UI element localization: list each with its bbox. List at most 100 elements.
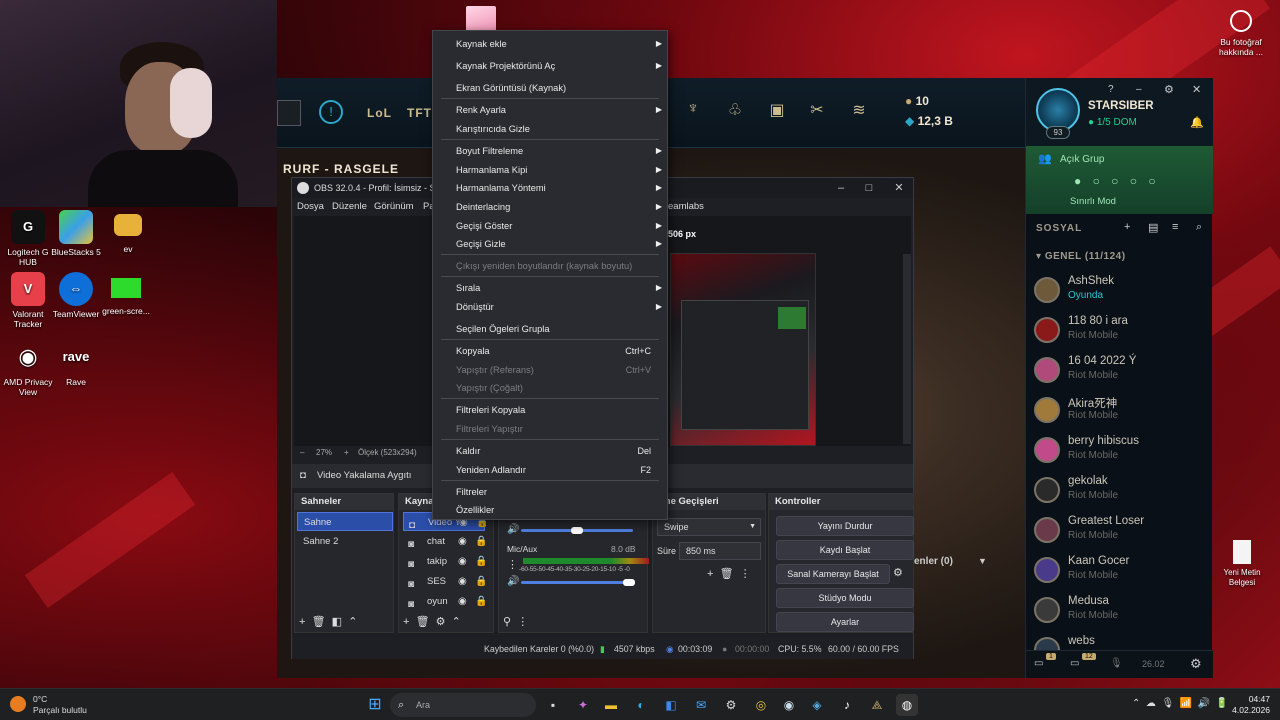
lol-home-frame[interactable] <box>277 100 301 126</box>
menu-item[interactable]: Ekran Görüntüsü (Kaynak) <box>433 79 667 97</box>
friend-item[interactable]: 118 80 i ara Riot Mobile <box>1026 312 1213 352</box>
friend-item[interactable]: Akira死神 Riot Mobile <box>1026 392 1213 432</box>
chevron-up-icon[interactable]: ⌃ <box>452 616 461 628</box>
search-input[interactable]: ⌕ Ara <box>390 693 536 717</box>
desktop-icon-bluestacks[interactable]: BlueStacks 5 <box>48 210 104 257</box>
menu-item[interactable]: Filtreler <box>433 483 667 501</box>
menu-duzenle[interactable]: Düzenle <box>332 201 367 212</box>
source-item[interactable]: ◙ oyun ◉ 🔒 <box>403 592 487 611</box>
kebab-icon[interactable]: ⋮ <box>507 558 518 571</box>
mic-icon[interactable]: 🎙 <box>1110 658 1123 669</box>
preview-scrollbar[interactable] <box>903 254 911 444</box>
friend-item[interactable]: Kaan Gocer Riot Mobile <box>1026 552 1213 592</box>
eye-icon[interactable]: ◉ <box>458 592 467 611</box>
start-button[interactable]: ⊞ <box>364 694 386 716</box>
menu-item[interactable]: Kopyala Ctrl+C <box>433 342 667 360</box>
scene-item[interactable]: Sahne <box>297 512 393 531</box>
list-icon[interactable]: ≡ <box>1172 221 1178 233</box>
friend-item[interactable]: Greatest Loser Riot Mobile <box>1026 512 1213 552</box>
chrome-icon[interactable]: ◎ <box>750 694 772 716</box>
zoom-in-icon[interactable]: + <box>344 448 349 457</box>
minimize-icon[interactable]: – <box>1136 84 1142 95</box>
speaker-icon[interactable]: 🔊 <box>507 576 519 587</box>
desktop-icon-ev[interactable]: ev <box>100 210 156 254</box>
lock-icon[interactable]: 🔒 <box>475 572 487 591</box>
clock[interactable]: 04:47 4.02.2026 <box>1218 694 1270 716</box>
lock-icon[interactable]: 🔒 <box>475 552 487 571</box>
settings-icon[interactable]: ⚙ <box>720 694 742 716</box>
outlook-icon[interactable]: ◧ <box>660 694 682 716</box>
eye-icon[interactable]: ◉ <box>458 552 467 571</box>
champions-icon[interactable]: ♆ <box>681 100 705 124</box>
menu-item[interactable]: Kaldır Del <box>433 442 667 460</box>
maximize-button[interactable]: □ <box>862 181 876 195</box>
file-explorer-icon[interactable]: ▬ <box>600 694 622 716</box>
menu-item[interactable]: Deinterlacing ▶ <box>433 198 667 216</box>
photo-info-widget[interactable]: Bu fotoğraf hakkında ... <box>1212 10 1270 57</box>
tiktok-icon[interactable]: ♪ <box>836 694 858 716</box>
kebab-icon[interactable]: ⋮ <box>740 568 751 580</box>
filter-icon[interactable]: ◧ <box>332 616 342 628</box>
friends-group-header[interactable]: ▾ GENEL (11/124) <box>1036 251 1126 262</box>
trash-icon[interactable]: 🗑 <box>720 568 734 580</box>
tab-lol[interactable]: LoL <box>367 106 392 120</box>
chevron-down-icon[interactable]: ▼ <box>978 556 987 566</box>
source-item[interactable]: ◙ takip ◉ 🔒 <box>403 552 487 571</box>
speaker-icon[interactable]: 🔊 <box>507 524 519 535</box>
source-item[interactable]: ◙ SES ◉ 🔒 <box>403 572 487 591</box>
menu-item[interactable]: Kaynak ekle ▶ <box>433 35 667 53</box>
mail-icon[interactable]: ✉ <box>690 694 712 716</box>
menu-item[interactable]: Seçilen Ögeleri Grupla <box>433 320 667 338</box>
profile-area[interactable]: 93 STARSIBER ● 1/5 DOM ? – ⚙ ✕ 🔔 <box>1026 78 1213 146</box>
eye-icon[interactable]: ◉ <box>458 532 467 551</box>
menu-item[interactable]: Geçişi Göster ▶ <box>433 217 667 235</box>
system-tray[interactable]: ⌃ ☁ 🎙 📶 🔊 🔋 <box>1132 698 1228 709</box>
menu-item[interactable]: Harmanlama Yöntemi ▶ <box>433 179 667 197</box>
friend-item[interactable]: gekolak Riot Mobile <box>1026 472 1213 512</box>
duration-stepper[interactable]: 850 ms <box>679 542 761 560</box>
add-friend-icon[interactable]: + <box>1124 221 1130 233</box>
obs-icon[interactable]: ◍ <box>896 694 918 716</box>
menu-item[interactable]: Kaynak Projektörünü Aç ▶ <box>433 57 667 75</box>
trash-icon[interactable]: 🗑 <box>416 616 430 628</box>
minimize-button[interactable]: – <box>834 181 848 195</box>
lock-icon[interactable]: 🔒 <box>475 532 487 551</box>
desktop-icon-green-screen[interactable]: green-scre... <box>98 272 154 316</box>
add-icon[interactable]: + <box>707 568 713 580</box>
preview-capture[interactable] <box>670 253 816 446</box>
slider-knob[interactable] <box>623 579 635 586</box>
app-icon[interactable]: ◈ <box>806 694 828 716</box>
alert-icon[interactable]: ! <box>319 100 343 124</box>
copilot-icon[interactable]: ✦ <box>572 694 594 716</box>
add-icon[interactable]: + <box>299 616 305 628</box>
friend-item[interactable]: 16 04 2022 Ý Riot Mobile <box>1026 352 1213 392</box>
chevron-up-icon[interactable]: ⌃ <box>348 616 357 628</box>
pink-app-icon[interactable] <box>466 6 496 32</box>
desktop-icon-teamviewer[interactable]: ⇔ TeamViewer <box>48 272 104 319</box>
menu-item[interactable]: Yeniden Adlandır F2 <box>433 461 667 479</box>
settings-icon[interactable]: ⚙ <box>1164 83 1174 96</box>
notification-bell-icon[interactable]: 🔔 <box>1190 116 1204 129</box>
eye-icon[interactable]: ◉ <box>458 572 467 591</box>
volume-slider[interactable] <box>521 581 633 584</box>
store-icon[interactable]: ▣ <box>765 100 789 124</box>
scale-label[interactable]: Ölçek (523x294) <box>358 448 417 457</box>
add-icon[interactable]: + <box>403 616 409 628</box>
transition-select[interactable]: Swipe ▼ <box>657 518 761 536</box>
menu-item[interactable]: Harmanlama Kipi ▶ <box>433 161 667 179</box>
close-button[interactable]: ✕ <box>892 181 906 195</box>
menu-item[interactable]: Geçişi Gizle ▶ <box>433 235 667 253</box>
lock-icon[interactable]: 🔒 <box>475 592 487 611</box>
menu-item[interactable]: Boyut Filtreleme ▶ <box>433 142 667 160</box>
lol-client-icon[interactable]: ⟁ <box>866 694 888 716</box>
friend-item[interactable]: Medusa Riot Mobile <box>1026 592 1213 632</box>
friend-item[interactable]: berry hibiscus Riot Mobile <box>1026 432 1213 472</box>
menu-item[interactable]: Sırala ▶ <box>433 279 667 297</box>
start-recording-button[interactable]: Kaydı Başlat <box>776 540 914 560</box>
gear-icon[interactable]: ⚙ <box>1190 656 1202 672</box>
menu-item[interactable]: Dönüştür ▶ <box>433 298 667 316</box>
slider-knob[interactable] <box>571 527 583 534</box>
loot-icon[interactable]: ≋ <box>847 100 871 124</box>
menu-gorunum[interactable]: Görünüm <box>374 201 414 212</box>
folder-add-icon[interactable]: ▤ <box>1148 221 1158 234</box>
